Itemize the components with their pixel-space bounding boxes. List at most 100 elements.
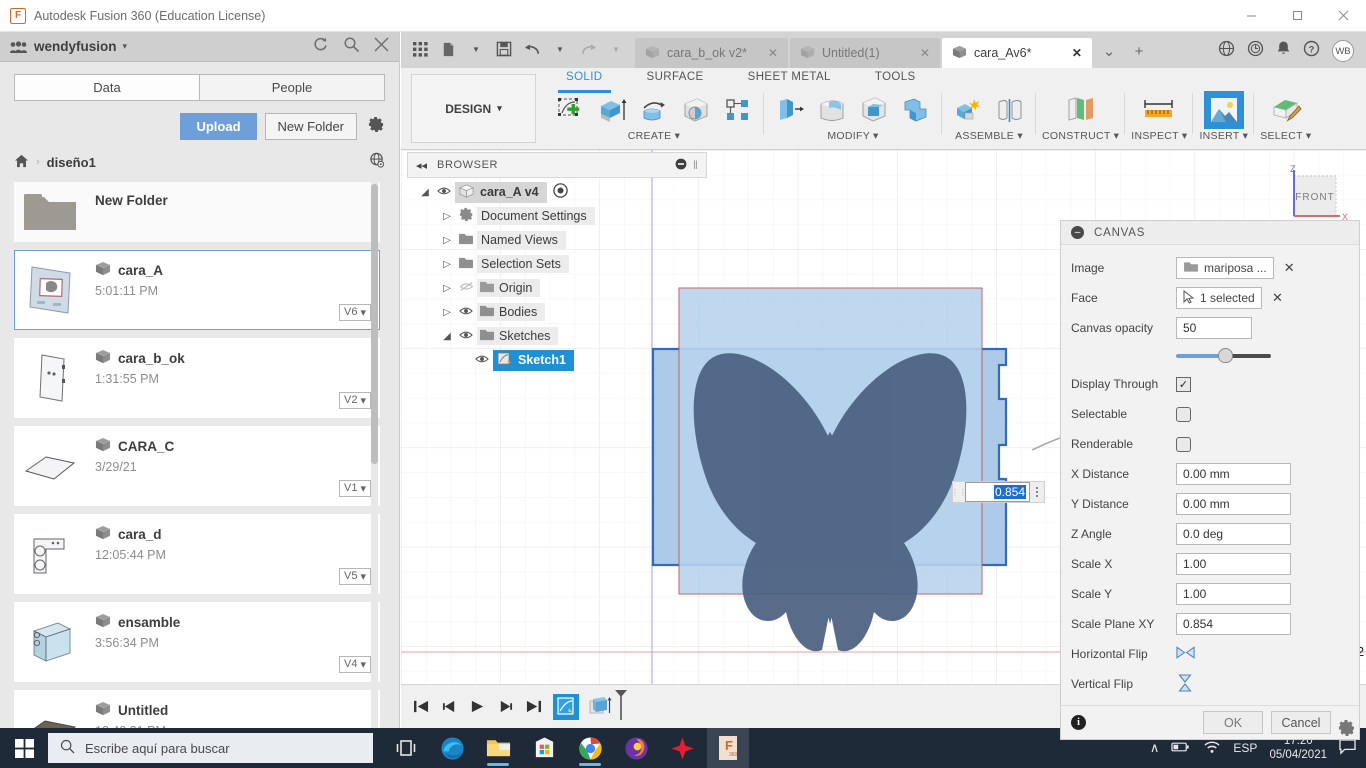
canvas-dialog[interactable]: – CANVAS Image mariposa ... ✕ Face 1 sel… [1060, 220, 1360, 740]
list-item-untitled[interactable]: Untitled 12:49:21 PM V1 ▾ [14, 690, 380, 728]
fusion360-icon[interactable]: F 360 [707, 728, 749, 768]
edge-icon[interactable] [431, 728, 473, 768]
joint-icon[interactable] [990, 91, 1030, 129]
fillet-icon[interactable] [812, 91, 852, 129]
close-icon[interactable]: ✕ [906, 46, 930, 60]
pattern-icon[interactable] [718, 91, 758, 129]
version-badge[interactable]: V4 ▾ [339, 656, 371, 673]
clear-face-icon[interactable]: ✕ [1272, 290, 1283, 306]
clear-image-icon[interactable]: ✕ [1284, 260, 1295, 276]
redo-icon[interactable] [575, 38, 601, 60]
tree-node-content[interactable]: Sketches [477, 327, 559, 345]
cancel-button[interactable]: Cancel [1271, 711, 1331, 734]
tree-node-content[interactable]: Sketch1 [493, 349, 574, 371]
collapse-left-icon[interactable]: ◂◂ [416, 159, 427, 172]
step-back-icon[interactable] [437, 695, 461, 719]
image-picker[interactable]: mariposa ... [1176, 257, 1274, 279]
tree-node-content[interactable]: Bodies [477, 303, 546, 321]
tray-chevron-icon[interactable]: ∧ [1150, 740, 1160, 756]
ribbon-tab-sheet-metal[interactable]: SHEET METAL [726, 71, 853, 90]
timeline-feature-sketch[interactable] [553, 693, 579, 720]
timeline-feature-extrude[interactable] [587, 694, 613, 720]
tree-node-document-settings[interactable]: ▷ Document Settings [415, 204, 705, 228]
doc-tab-untitled[interactable]: Untitled(1) ✕ [789, 38, 940, 68]
minimize-button[interactable] [1228, 0, 1274, 32]
version-badge[interactable]: V2 ▾ [339, 392, 371, 409]
task-view-icon[interactable] [385, 728, 427, 768]
ribbon-group-label[interactable]: SELECT ▾ [1260, 130, 1311, 142]
data-panel-scrollbar[interactable] [371, 182, 378, 728]
z-angle-input[interactable]: 0.0 deg [1176, 523, 1291, 545]
expand-arrow-icon[interactable]: ▷ [439, 283, 455, 294]
slider-knob[interactable] [1217, 348, 1233, 363]
selectable-checkbox[interactable] [1176, 406, 1191, 422]
opacity-slider[interactable] [1176, 348, 1271, 363]
combine-icon[interactable] [896, 91, 936, 129]
chevron-down-icon[interactable]: ▼ [463, 38, 489, 60]
chevron-down-icon[interactable]: ▼ [603, 38, 629, 60]
x-distance-input[interactable]: 0.00 mm [1176, 463, 1291, 485]
globe-icon[interactable] [1218, 40, 1235, 62]
canvas-dialog-header[interactable]: – CANVAS [1061, 221, 1359, 245]
close-panel-icon[interactable] [374, 37, 389, 56]
ribbon-group-label[interactable]: INSERT ▾ [1199, 130, 1248, 142]
tree-node-bodies[interactable]: ▷ Bodies [415, 300, 705, 324]
value-options-icon[interactable] [1030, 482, 1044, 502]
tree-node-content[interactable]: Origin [477, 279, 541, 297]
renderable-checkbox[interactable] [1176, 436, 1191, 452]
tree-node-content[interactable]: Named Views [477, 231, 566, 249]
tree-node-selection-sets[interactable]: ▷ Selection Sets [415, 252, 705, 276]
bell-icon[interactable] [1276, 40, 1291, 62]
play-icon[interactable] [465, 695, 489, 719]
refresh-icon[interactable] [312, 36, 329, 57]
tree-node-named-views[interactable]: ▷ Named Views [415, 228, 705, 252]
data-panel-list[interactable]: New Folder cara_A 5:01:11 PM V6 ▾ cara_b… [14, 182, 380, 728]
insert-canvas-icon[interactable] [1203, 91, 1244, 129]
hub-chevron-down-icon[interactable]: ▾ [123, 41, 128, 52]
close-icon[interactable]: ✕ [754, 46, 778, 60]
doc-tab-cara-av6[interactable]: cara_Av6* ✕ [941, 38, 1092, 68]
expand-arrow-icon[interactable]: ▷ [439, 259, 455, 270]
list-item-cara-c[interactable]: CARA_C 3/29/21 V1 ▾ [14, 426, 380, 506]
visibility-eye-icon[interactable] [471, 353, 493, 367]
sweep-icon[interactable] [676, 91, 716, 129]
scrollbar-thumb[interactable] [371, 184, 378, 464]
tree-node-content[interactable]: Selection Sets [477, 255, 569, 273]
close-button[interactable] [1320, 0, 1366, 32]
scale-y-input[interactable]: 1.00 [1176, 583, 1291, 605]
language-indicator[interactable]: ESP [1233, 741, 1257, 755]
panel-resize-grip[interactable]: ‖ [693, 158, 698, 172]
extrude-icon[interactable] [592, 91, 632, 129]
firefox-icon[interactable] [615, 728, 657, 768]
opacity-input[interactable]: 50 [1176, 317, 1252, 339]
list-item-cara-b-ok[interactable]: cara_b_ok 1:31:55 PM V2 ▾ [14, 338, 380, 418]
chrome-icon[interactable] [569, 728, 611, 768]
press-pull-icon[interactable] [770, 91, 810, 129]
minus-circle-icon[interactable] [675, 158, 687, 173]
maximize-button[interactable] [1274, 0, 1320, 32]
ribbon-group-label[interactable]: CONSTRUCT ▾ [1042, 130, 1119, 142]
tree-node-cara-a-v4[interactable]: ◢ cara_A v4 [415, 180, 705, 204]
file-explorer-icon[interactable] [477, 728, 519, 768]
tab-data[interactable]: Data [14, 74, 199, 101]
upload-button[interactable]: Upload [180, 113, 257, 140]
y-distance-input[interactable]: 0.00 mm [1176, 493, 1291, 515]
new-folder-button[interactable]: New Folder [264, 113, 357, 140]
select-icon[interactable] [1266, 91, 1306, 129]
tree-node-sketch1[interactable]: Sketch1 [415, 348, 705, 372]
tree-node-content[interactable]: cara_A v4 [455, 181, 547, 203]
jump-end-icon[interactable] [521, 695, 545, 719]
version-badge[interactable]: V1 ▾ [339, 480, 371, 497]
new-component-icon[interactable] [948, 91, 988, 129]
scale-x-input[interactable]: 1.00 [1176, 553, 1291, 575]
scale-value-input[interactable]: 0.854 [965, 482, 1030, 502]
save-icon[interactable] [491, 38, 517, 60]
version-badge[interactable]: V6 ▾ [339, 304, 371, 321]
help-icon[interactable]: ? [1303, 40, 1320, 62]
tree-node-origin[interactable]: ▷ Origin [415, 276, 705, 300]
scale-plane-input[interactable]: 0.854 [1176, 613, 1291, 635]
ok-button[interactable]: OK [1203, 711, 1263, 734]
doc-tab-cara-b-ok[interactable]: cara_b_ok v2* ✕ [635, 38, 788, 68]
ribbon-group-label[interactable]: INSPECT ▾ [1131, 130, 1187, 142]
gear-icon[interactable] [1338, 719, 1356, 742]
